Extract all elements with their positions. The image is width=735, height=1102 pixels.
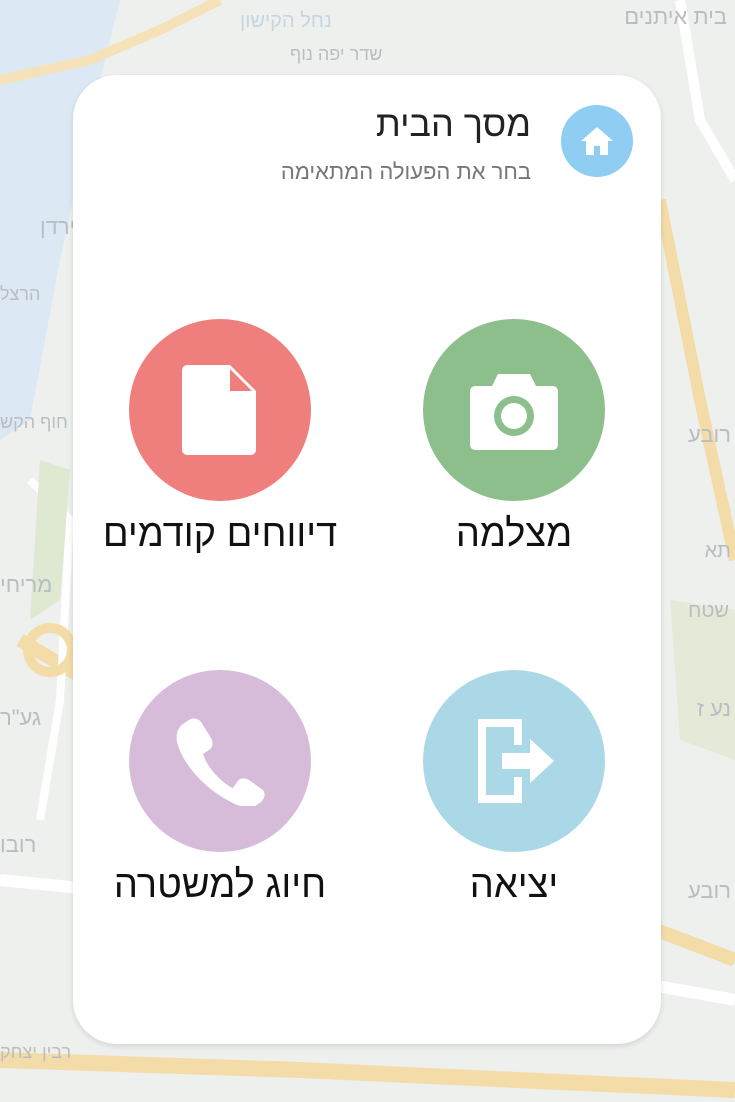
map-label: הרצל [0,284,41,304]
map-label: רובע [688,878,731,903]
map-label: רבין יצחק [0,1042,72,1062]
map-label: מריחי [0,572,53,597]
map-label: ירדן [40,214,76,239]
map-label: תא [704,540,731,562]
map-label: גע"ר [0,705,42,730]
home-icon [561,105,633,177]
map-label: נע ז [696,696,731,721]
reports-label[interactable]: דיווחים קודמים [90,513,350,556]
police-label[interactable]: חיוג למשטרה [90,864,350,907]
exit-circle[interactable] [423,670,605,852]
police-circle[interactable] [129,670,311,852]
camera-label[interactable]: מצלמה [384,513,644,556]
exit-label[interactable]: יציאה [384,864,644,907]
map-label: חוף הקש [0,412,68,432]
camera-icon [470,374,558,450]
map-label: שטח [688,600,729,622]
phone-icon [176,718,265,806]
map-label: שדר יפה נוף [290,44,383,64]
document-icon [182,365,256,455]
page-subtitle: בחר את הפעולה המתאימה [280,159,531,184]
map-label: נחל הקישון [240,10,332,32]
previous-reports-button[interactable]: דיווחים קודמים [90,319,350,556]
camera-button[interactable]: מצלמה [384,319,644,556]
exit-button[interactable]: יציאה [384,670,644,907]
map-label: רובע [688,422,731,447]
map-label: רובו [0,832,37,857]
camera-circle[interactable] [423,319,605,501]
page-title: מסך הבית [375,103,531,144]
call-police-button[interactable]: חיוג למשטרה [90,670,350,907]
reports-circle[interactable] [129,319,311,501]
exit-icon [478,719,554,803]
map-label: בית איתנים [624,4,727,29]
home-screen-card: מסך הבית בחר את הפעולה המתאימה מצלמה דיו… [73,75,661,1044]
